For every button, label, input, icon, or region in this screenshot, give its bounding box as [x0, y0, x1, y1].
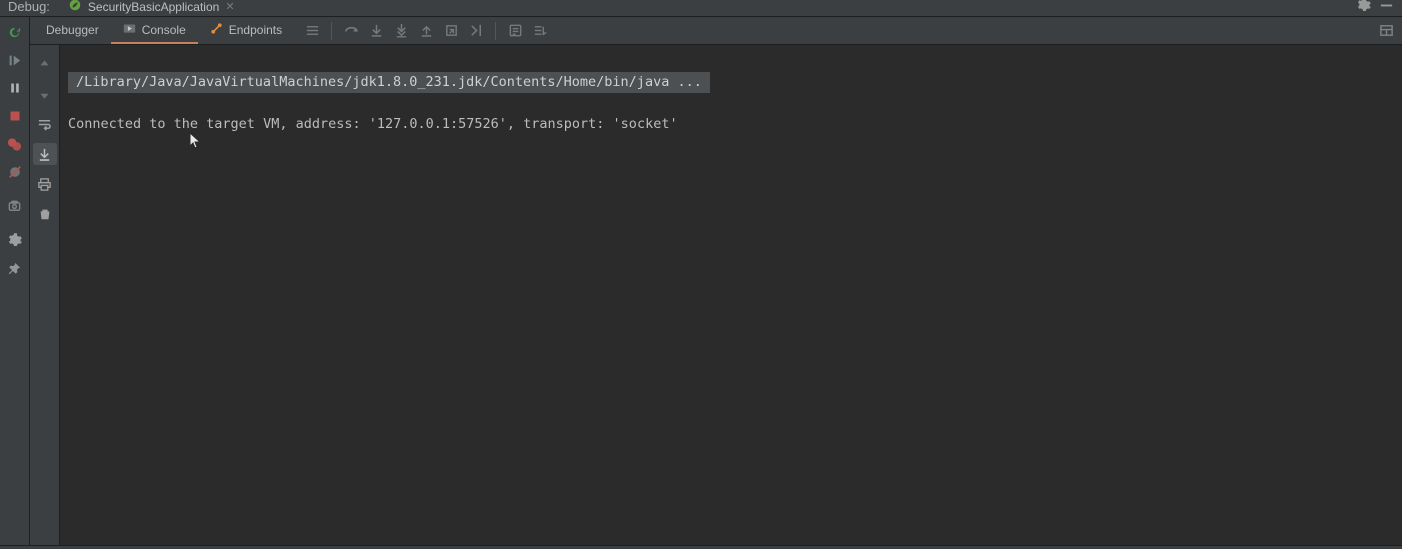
drop-frame-icon[interactable]	[443, 23, 459, 39]
stepping-toolbar	[294, 17, 554, 44]
endpoints-icon	[210, 22, 223, 38]
run-config-tab[interactable]: SecurityBasicApplication ✕	[60, 0, 243, 13]
tab-console[interactable]: Console	[111, 17, 198, 44]
console-text-line: Connected to the target VM, address: '12…	[60, 114, 1402, 135]
gear-icon[interactable]	[1356, 0, 1371, 16]
pause-program-button[interactable]	[6, 79, 24, 97]
thread-dump-button[interactable]	[6, 197, 24, 215]
force-step-into-icon[interactable]	[393, 23, 409, 39]
step-into-icon[interactable]	[368, 23, 384, 39]
right-pane: Debugger Console Endpoints	[30, 17, 1402, 545]
run-config-name: SecurityBasicApplication	[88, 0, 219, 14]
console-body: /Library/Java/JavaVirtualMachines/jdk1.8…	[30, 45, 1402, 545]
debug-tabs-bar: Debugger Console Endpoints	[30, 17, 1402, 45]
spring-icon	[68, 0, 82, 15]
console-cmd-line: /Library/Java/JavaVirtualMachines/jdk1.8…	[68, 72, 710, 93]
stop-button[interactable]	[6, 107, 24, 125]
layout-settings-icon[interactable]	[1378, 23, 1394, 39]
tab-endpoints[interactable]: Endpoints	[198, 17, 294, 44]
evaluate-expression-icon[interactable]	[507, 23, 523, 39]
down-stack-icon[interactable]	[33, 83, 57, 105]
view-breakpoints-button[interactable]	[6, 135, 24, 153]
debug-settings-button[interactable]	[6, 231, 24, 249]
toolwindow-title: Debug:	[8, 0, 50, 14]
tab-console-label: Console	[142, 23, 186, 37]
run-to-cursor-icon[interactable]	[468, 23, 484, 39]
tab-debugger[interactable]: Debugger	[34, 17, 111, 44]
clear-all-icon[interactable]	[33, 203, 57, 225]
console-output[interactable]: /Library/Java/JavaVirtualMachines/jdk1.8…	[60, 45, 1402, 545]
soft-wrap-icon[interactable]	[33, 113, 57, 135]
tab-debugger-label: Debugger	[46, 23, 99, 37]
trace-current-stream-chain-icon[interactable]	[532, 23, 548, 39]
minimize-icon[interactable]	[1379, 0, 1394, 16]
main-area: Debugger Console Endpoints	[0, 17, 1402, 545]
scroll-to-end-icon[interactable]	[33, 143, 57, 165]
console-side-toolbar	[30, 45, 60, 545]
close-icon[interactable]: ✕	[225, 0, 234, 13]
step-over-icon[interactable]	[343, 23, 359, 39]
pin-tab-button[interactable]	[6, 259, 24, 277]
resume-program-button[interactable]	[6, 51, 24, 69]
show-execution-point-icon[interactable]	[304, 23, 320, 39]
up-stack-icon[interactable]	[33, 53, 57, 75]
toolwindow-footer	[0, 545, 1402, 549]
step-out-icon[interactable]	[418, 23, 434, 39]
print-icon[interactable]	[33, 173, 57, 195]
debug-actions-sidebar	[0, 17, 30, 545]
tab-endpoints-label: Endpoints	[229, 23, 282, 37]
console-play-icon	[123, 22, 136, 38]
rerun-button[interactable]	[6, 23, 24, 41]
mute-breakpoints-button[interactable]	[6, 163, 24, 181]
toolwindow-header: Debug: SecurityBasicApplication ✕	[0, 0, 1402, 17]
